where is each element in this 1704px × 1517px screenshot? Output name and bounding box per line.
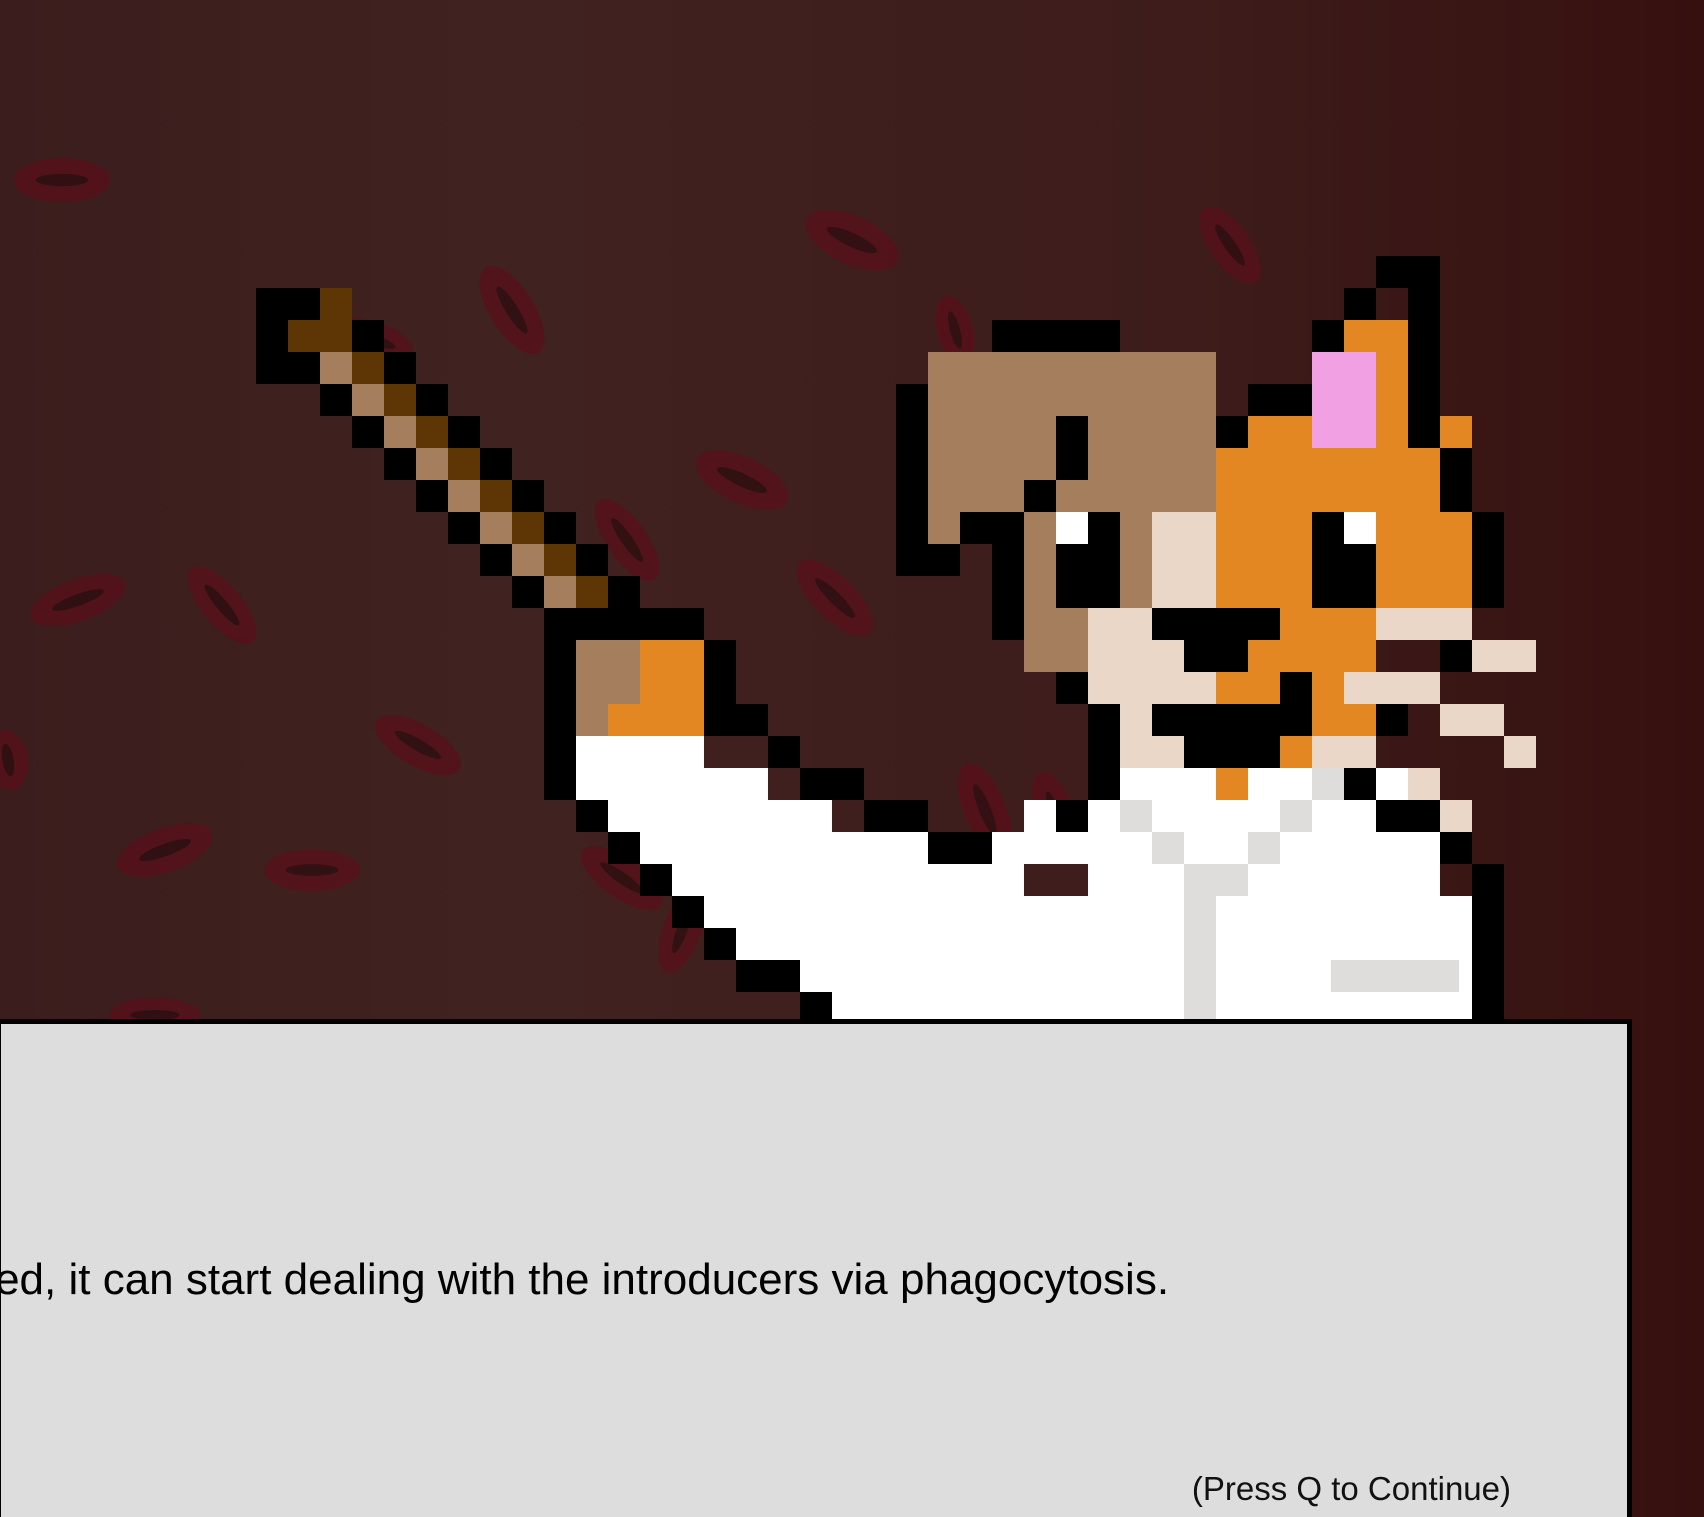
continue-hint: (Press Q to Continue) <box>1191 1470 1511 1507</box>
dialog-box[interactable]: rrived, it can start dealing with the in… <box>0 1019 1632 1517</box>
game-scene: rrived, it can start dealing with the in… <box>0 0 1704 1517</box>
dialog-text: rrived, it can start dealing with the in… <box>0 1255 1170 1304</box>
